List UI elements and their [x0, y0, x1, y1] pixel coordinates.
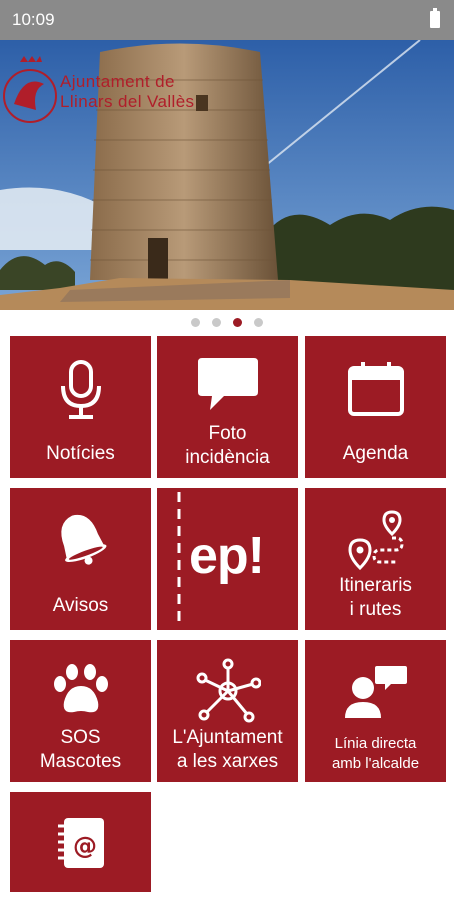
logo-line-1: Ajuntament de	[60, 72, 175, 91]
status-time: 10:09	[12, 10, 55, 29]
tile-foto-incidencia[interactable]: Foto incidència	[157, 336, 298, 478]
tile-agenda[interactable]: Agenda	[305, 336, 446, 478]
logo-text: Ajuntament de Llinars del Vallès	[60, 72, 194, 112]
carousel-dot-2[interactable]	[212, 317, 221, 327]
tile-linia-directa[interactable]: Línia directa amb l'alcalde	[305, 640, 446, 782]
tile-label: SOS Mascotes	[39, 727, 122, 772]
microphone-icon	[10, 360, 151, 420]
carousel-dot-4[interactable]	[254, 317, 263, 327]
paw-icon	[10, 662, 151, 718]
network-icon	[157, 658, 298, 724]
ep-logo-text: ep!	[189, 527, 265, 585]
contacts-book-icon: @	[10, 816, 151, 870]
svg-text:@: @	[73, 832, 97, 860]
tile-avisos[interactable]: Avisos	[10, 488, 151, 630]
tile-label: Itineraris i rutes	[339, 575, 412, 620]
tile-label: Línia directa amb l'alcalde	[331, 735, 420, 772]
tile-label: L'Ajuntament a les xarxes	[172, 727, 283, 772]
tile-sos-mascotes[interactable]: SOS Mascotes	[10, 640, 151, 782]
carousel-dot-3-active[interactable]	[233, 317, 242, 327]
bell-icon	[10, 510, 151, 572]
chat-person-icon	[305, 664, 446, 720]
carousel-dot-1[interactable]	[191, 317, 200, 327]
tile-label: Notícies	[46, 443, 115, 464]
tile-label: Foto incidència	[185, 423, 270, 468]
tile-noticies[interactable]: Notícies	[10, 336, 151, 478]
tile-contacts[interactable]: @	[10, 792, 151, 892]
tile-xarxes[interactable]: L'Ajuntament a les xarxes	[157, 640, 298, 782]
calendar-icon	[305, 360, 446, 418]
route-map-icon	[305, 510, 446, 570]
speech-bubble-icon	[157, 356, 298, 412]
battery-icon	[430, 8, 440, 28]
carousel-indicators	[0, 312, 454, 332]
tile-label: Avisos	[52, 595, 109, 616]
tile-label: Agenda	[342, 443, 409, 464]
hero-carousel[interactable]: Ajuntament de Llinars del Vallès	[0, 40, 454, 310]
status-bar: 10:09	[0, 0, 454, 40]
tile-itineraris[interactable]: Itineraris i rutes	[305, 488, 446, 630]
tile-ep[interactable]: ep!	[157, 488, 298, 630]
logo-line-2: Llinars del Vallès	[60, 92, 195, 111]
